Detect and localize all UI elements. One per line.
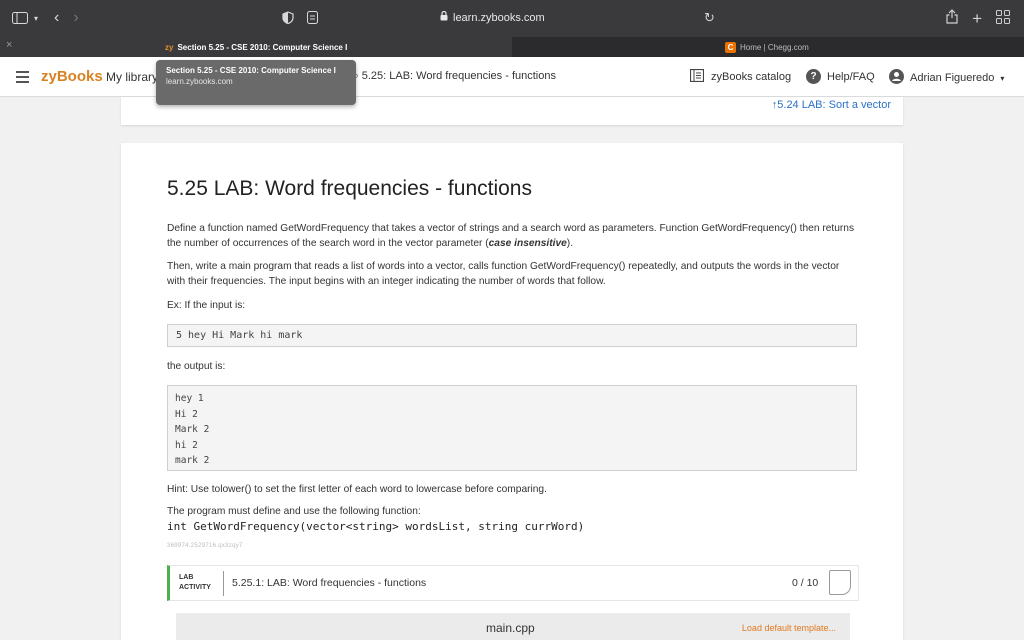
file-name: main.cpp — [486, 621, 535, 635]
chevron-down-icon[interactable]: ▾ — [34, 14, 38, 23]
reader-icon[interactable] — [307, 11, 318, 29]
privacy-shield-icon[interactable] — [282, 11, 294, 29]
address-text: learn.zybooks.com — [453, 11, 545, 24]
menu-icon[interactable] — [16, 71, 29, 86]
breadcrumb: › 5.25: LAB: Word frequencies - function… — [355, 70, 556, 82]
tooltip-title: Section 5.25 - CSE 2010: Computer Scienc… — [166, 66, 336, 75]
help-icon: ? — [806, 69, 821, 84]
section-title: 5.25 LAB: Word frequencies - functions — [167, 177, 532, 200]
tooltip-url: learn.zybooks.com — [166, 77, 233, 86]
breadcrumb-current: 5.25: LAB: Word frequencies - functions — [361, 70, 556, 82]
output-line: Mark 2 — [175, 424, 210, 435]
function-signature: int GetWordFrequency(vector<string> word… — [167, 520, 585, 533]
editor-toolbar: main.cpp Load default template... — [176, 613, 850, 640]
example-intro: Ex: If the input is: — [167, 300, 246, 311]
tab-bar: zy Section 5.25 - CSE 2010: Computer Sci… — [0, 37, 1024, 57]
lock-icon — [440, 10, 448, 24]
previous-section-link[interactable]: ↑5.24 LAB: Sort a vector — [772, 99, 891, 111]
divider — [223, 571, 224, 596]
output-line: hey 1 — [175, 393, 204, 404]
tab-title: Section 5.25 - CSE 2010: Computer Scienc… — [177, 42, 348, 52]
catalog-link[interactable]: zyBooks catalog — [689, 68, 792, 85]
tab-title: Home | Chegg.com — [740, 42, 809, 52]
lab-score: 0 / 10 — [792, 577, 819, 589]
forward-icon[interactable]: › — [73, 9, 78, 27]
user-name: Adrian Figueredo — [910, 72, 995, 84]
lab-activity-header: LAB ACTIVITY 5.25.1: LAB: Word frequenci… — [167, 565, 859, 601]
tab-zybooks[interactable]: zy Section 5.25 - CSE 2010: Computer Sci… — [0, 37, 512, 57]
input-example: 5 hey Hi Mark hi mark — [167, 324, 857, 347]
badge-line: ACTIVITY — [179, 584, 211, 591]
hint-text: Hint: Use tolower() to set the first let… — [167, 484, 547, 495]
new-tab-icon[interactable]: + — [972, 10, 982, 27]
zybooks-favicon: zy — [165, 42, 174, 52]
catalog-icon — [689, 68, 705, 85]
chevron-down-icon: ▾ — [1000, 73, 1005, 83]
tab-tooltip: Section 5.25 - CSE 2010: Computer Scienc… — [156, 60, 356, 105]
section-card: 5.25 LAB: Word frequencies - functions D… — [121, 143, 903, 640]
chegg-favicon: C — [725, 41, 736, 53]
tab-overview-icon[interactable] — [996, 9, 1010, 29]
back-icon[interactable]: ‹ — [54, 9, 59, 27]
share-icon[interactable] — [946, 9, 958, 29]
tab-chegg[interactable]: C Home | Chegg.com — [512, 37, 1024, 57]
lab-activity-badge: LAB ACTIVITY — [179, 573, 211, 593]
address-bar[interactable]: learn.zybooks.com — [440, 10, 545, 24]
zybooks-header: zyBooks My library › 5.25: LAB: Word fre… — [0, 57, 1024, 97]
description-paragraph: Define a function named GetWordFrequency… — [167, 221, 859, 251]
output-line: Hi 2 — [175, 408, 198, 420]
output-line: hi 2 — [175, 439, 198, 451]
catalog-label: zyBooks catalog — [711, 71, 792, 83]
lab-title: 5.25.1: LAB: Word frequencies - function… — [232, 577, 427, 589]
emphasis-text: case insensitive — [488, 238, 567, 249]
zybooks-logo[interactable]: zyBooks — [41, 68, 103, 85]
must-define-text: The program must define and use the foll… — [167, 506, 421, 517]
completion-badge-icon — [829, 570, 851, 595]
reload-icon[interactable]: ↻ — [704, 10, 715, 26]
user-avatar-icon — [889, 69, 904, 87]
activity-id: 369974.2529716.qx3zqy7 — [167, 543, 243, 549]
help-label: Help/FAQ — [827, 70, 875, 83]
browser-toolbar: ▾ ‹ › learn.zybooks.com ↻ + — [0, 0, 1024, 37]
instructions-paragraph: Then, write a main program that reads a … — [167, 261, 840, 287]
sidebar-icon[interactable] — [12, 12, 28, 24]
help-link[interactable]: ? Help/FAQ — [806, 69, 875, 84]
output-line: mark 2 — [175, 455, 210, 466]
description-text-end: ). — [566, 238, 574, 249]
user-menu[interactable]: Adrian Figueredo ▾ — [889, 69, 1004, 87]
breadcrumb-separator-icon: › — [355, 70, 362, 82]
load-template-link[interactable]: Load default template... — [742, 623, 836, 633]
badge-line: LAB — [179, 574, 194, 581]
output-intro: the output is: — [167, 361, 226, 372]
close-tab-icon[interactable]: × — [6, 39, 12, 51]
my-library-link[interactable]: My library — [106, 70, 158, 84]
output-example: hey 1 Hi 2 Mark 2 hi 2 mark 2 — [167, 385, 857, 471]
previous-section-label: 5.24 LAB: Sort a vector — [777, 99, 891, 111]
